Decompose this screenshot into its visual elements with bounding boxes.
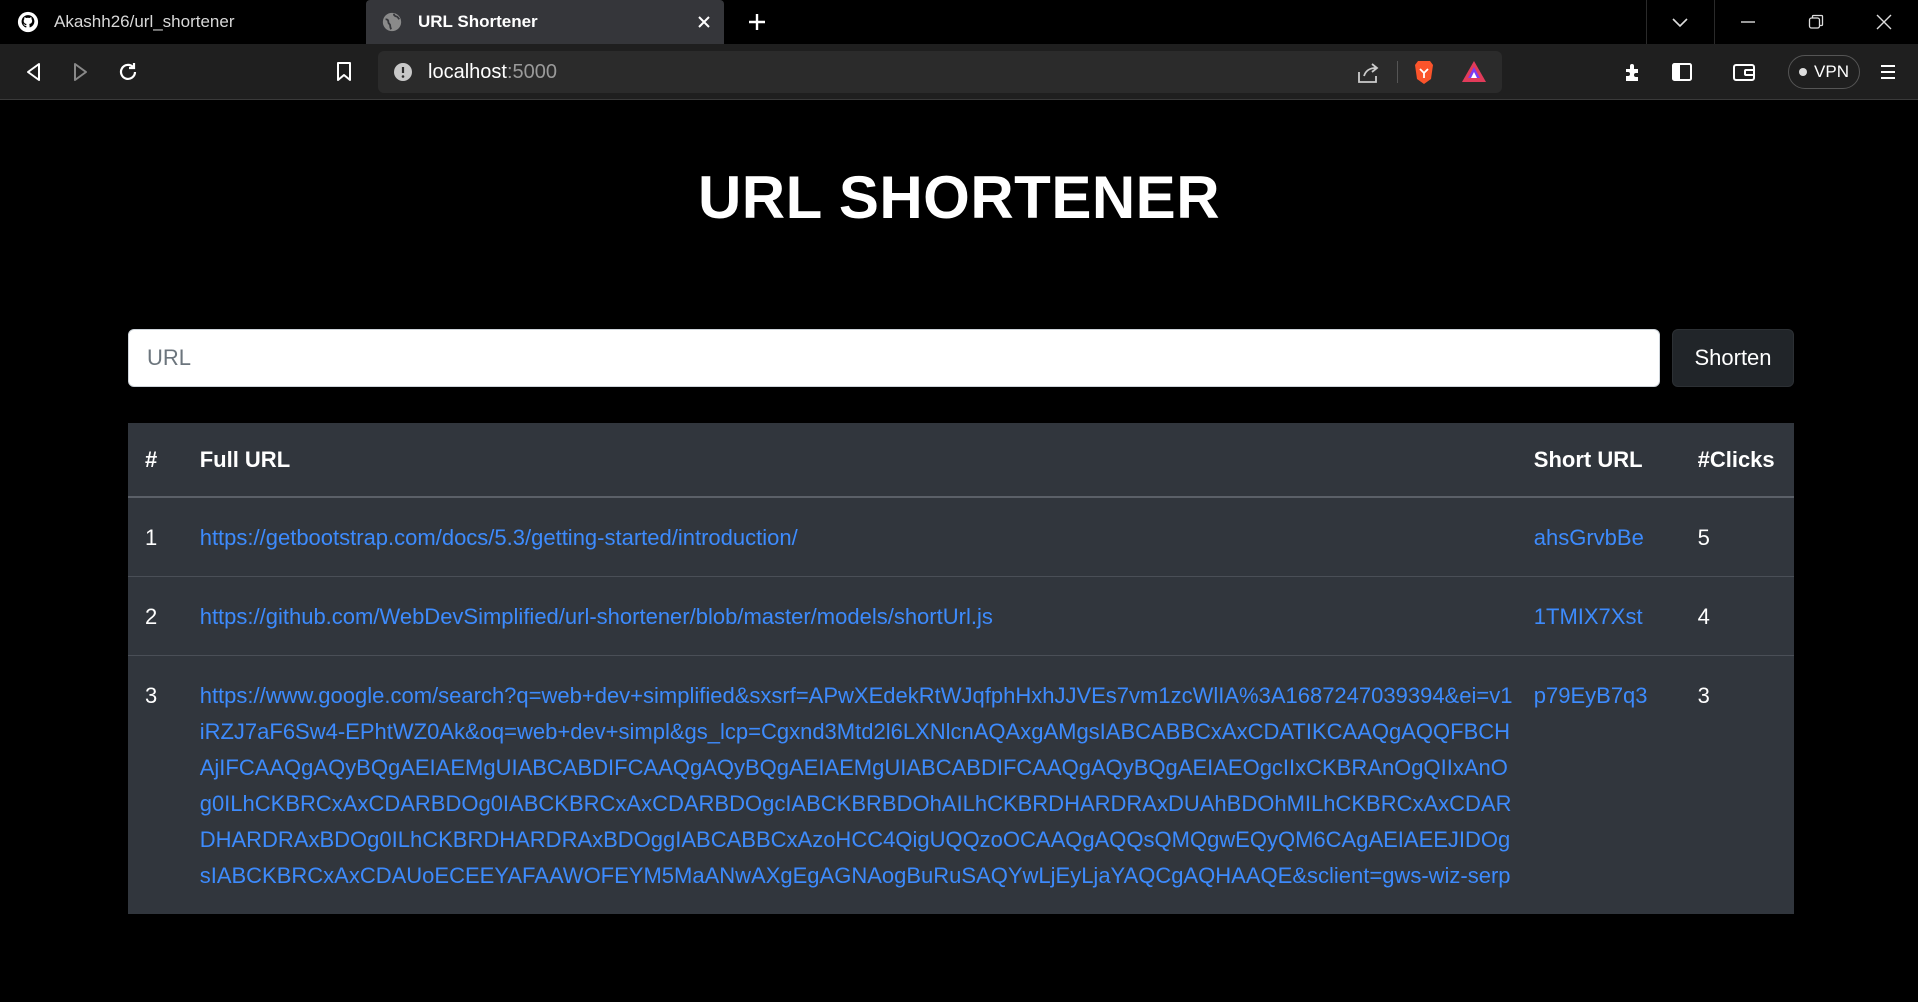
clicks-count: 4 [1687,576,1794,656]
address-host: localhost [428,61,507,83]
vpn-label: VPN [1814,62,1849,81]
header-short-url: Short URL [1523,423,1688,498]
share-icon[interactable] [1354,59,1382,87]
short-url-cell: 1TMIX7Xst [1523,576,1688,656]
short-url-link[interactable]: ahsGrvbBe [1534,525,1644,550]
address-text: localhost:5000 [428,61,557,84]
page-title: URL SHORTENER [697,164,1221,231]
site-info-icon[interactable] [392,61,414,83]
globe-icon [380,10,404,34]
short-url-link[interactable]: p79EyB7q3 [1534,683,1648,708]
back-icon[interactable] [18,56,50,88]
close-tab-icon[interactable] [692,10,716,34]
shorten-button[interactable]: Shorten [1672,329,1794,387]
row-number: 2 [128,576,190,656]
address-port: :5000 [506,61,557,83]
short-url-link[interactable]: 1TMIX7Xst [1534,604,1643,629]
tab-github[interactable]: Akashh26/url_shortener [0,0,364,44]
wallet-icon[interactable] [1728,56,1760,88]
sidebar-icon[interactable] [1666,56,1698,88]
tab-title: Akashh26/url_shortener [54,12,235,31]
row-number: 1 [145,525,158,550]
vpn-button[interactable]: VPN [1788,55,1860,89]
full-url-cell: https://getbootstrap.com/docs/5.3/gettin… [190,497,1524,577]
brave-rewards-icon[interactable] [1460,58,1488,86]
clicks-count: 3 [1687,655,1794,914]
short-url-cell: p79EyB7q3 [1523,655,1688,914]
table-row: 1 https://getbootstrap.com/docs/5.3/gett… [128,497,1794,577]
full-url-link[interactable]: https://getbootstrap.com/docs/5.3/gettin… [200,525,798,550]
urls-table: # Full URL Short URL #Clicks 1 https://g… [128,423,1794,914]
reload-icon[interactable] [112,56,144,88]
clicks-count: 5 [1697,525,1710,550]
table-row: 3 https://www.google.com/search?q=web+de… [128,655,1794,914]
header-clicks: #Clicks [1687,423,1794,498]
bookmark-icon[interactable] [328,56,360,88]
github-icon [16,10,40,34]
vpn-status-dot [1799,68,1808,76]
header-number: # [128,423,190,498]
new-tab-button[interactable] [740,7,774,37]
table-header-row: # Full URL Short URL #Clicks [128,423,1794,498]
full-url-cell: https://www.google.com/search?q=web+dev+… [189,655,1524,914]
tab-title: URL Shortener [418,12,538,31]
table-row: 2 https://github.com/WebDevSimplified/ur… [128,576,1794,656]
page-content: URL SHORTENER Shorten # Full URL Short U… [0,101,1918,1002]
tab-strip: Akashh26/url_shortener URL Shortener [0,0,1918,44]
browser-toolbar: localhost:5000 VPN [0,44,1918,100]
full-url-cell: https://github.com/WebDevSimplified/url-… [189,576,1524,656]
url-input[interactable] [128,329,1660,387]
short-url-cell: ahsGrvbBe [1524,497,1688,577]
brave-shields-icon[interactable] [1410,58,1438,86]
tab-search-chevron-icon[interactable] [1646,0,1714,44]
row-number: 3 [128,655,190,914]
address-bar[interactable]: localhost:5000 [378,51,1502,93]
full-url-link[interactable]: https://github.com/WebDevSimplified/url-… [200,604,993,629]
tab-url-shortener[interactable]: URL Shortener [366,0,724,44]
menu-icon[interactable] [1872,56,1904,88]
restore-icon[interactable] [1782,0,1850,44]
full-url-link[interactable]: https://www.google.com/search?q=web+dev+… [200,683,1513,888]
forward-icon[interactable] [64,56,96,88]
close-window-icon[interactable] [1850,0,1918,44]
divider [1397,61,1398,83]
extensions-icon[interactable] [1618,56,1650,88]
header-full-url: Full URL [189,423,1524,498]
minimize-icon[interactable] [1714,0,1782,44]
